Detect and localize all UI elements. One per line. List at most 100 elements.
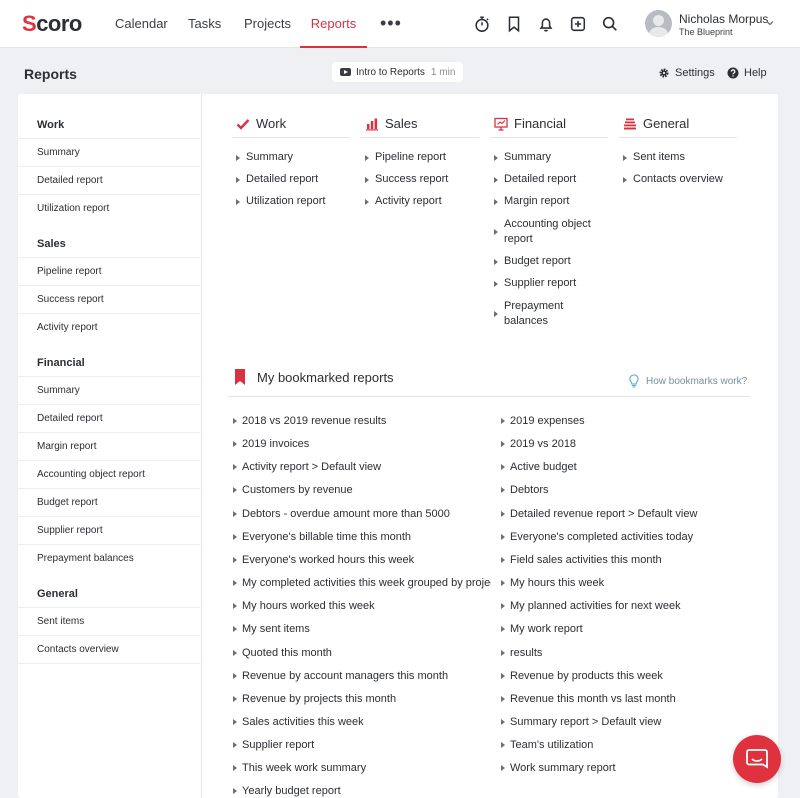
category-sales-title[interactable]: Sales [361,110,479,138]
sidebar-item-fin-supplier[interactable]: Supplier report [18,516,202,544]
bookmark-link[interactable]: Work summary report [501,761,761,775]
sidebar-item-work-detailed[interactable]: Detailed report [18,166,202,194]
sidebar-item-gen-contacts[interactable]: Contacts overview [18,635,202,663]
work-link-detailed[interactable]: Detailed report [236,172,350,187]
bookmark-link[interactable]: 2019 vs 2018 [501,437,761,451]
bookmark-link[interactable]: My hours this week [501,576,761,590]
fin-link-accounting[interactable]: Accounting object report [494,217,608,247]
fin-link-supplier[interactable]: Supplier report [494,276,608,291]
bookmark-link[interactable]: Revenue by products this week [501,669,761,683]
category-financial-title[interactable]: Financial [490,110,608,138]
fin-link-margin[interactable]: Margin report [494,194,608,209]
bookmark-link[interactable]: Debtors [501,483,761,497]
nav-calendar[interactable]: Calendar [115,0,168,48]
nav-reports[interactable]: Reports [300,0,367,48]
help-label: Help [744,67,767,79]
sidebar-item-fin-accounting[interactable]: Accounting object report [18,460,202,488]
bookmark-link[interactable]: Quoted this month [233,646,491,660]
help-button[interactable]: Help [727,67,767,79]
sales-link-activity[interactable]: Activity report [365,194,479,209]
bell-icon[interactable] [536,14,556,34]
bookmark-link[interactable]: Everyone's billable time this month [233,530,491,544]
bookmarks-help-link[interactable]: How bookmarks work? [628,374,747,388]
category-general: General Sent items Contacts overview [619,110,737,185]
search-icon[interactable] [600,14,620,34]
sidebar-item-fin-summary[interactable]: Summary [18,376,202,404]
presentation-chart-icon [494,117,508,131]
bookmark-link[interactable]: Revenue this month vs last month [501,692,761,706]
intro-video-button[interactable]: Intro to Reports 1 min [332,62,464,82]
chevron-down-icon[interactable] [765,18,775,28]
bookmark-link[interactable]: Everyone's completed activities today [501,530,761,544]
sidebar-item-sales-activity[interactable]: Activity report [18,313,202,341]
logo-text: coro [36,11,82,36]
general-link-contacts[interactable]: Contacts overview [623,172,737,187]
bookmark-link[interactable]: Team's utilization [501,738,761,752]
reports-card: Work Summary Detailed report Utilization… [18,94,778,798]
bookmark-link[interactable]: Active budget [501,460,761,474]
bookmark-link[interactable]: Sales activities this week [233,715,491,729]
bookmark-link[interactable]: 2018 vs 2019 revenue results [233,414,491,428]
bookmark-link[interactable]: Revenue by projects this month [233,692,491,706]
bookmark-link[interactable]: My planned activities for next week [501,599,761,613]
avatar[interactable] [645,10,672,37]
bookmark-link[interactable]: Everyone's worked hours this week [233,553,491,567]
bookmarks-divider [228,396,750,397]
fin-link-budget[interactable]: Budget report [494,254,608,269]
sales-link-success[interactable]: Success report [365,172,479,187]
work-link-summary[interactable]: Summary [236,150,350,165]
scoro-logo[interactable]: Scoro [22,11,82,36]
stopwatch-icon[interactable] [472,14,492,34]
bookmark-link[interactable]: This week work summary [233,761,491,775]
bookmark-link[interactable]: 2019 invoices [233,437,491,451]
fin-link-summary[interactable]: Summary [494,150,608,165]
category-general-title[interactable]: General [619,110,737,138]
sidebar-item-gen-sent[interactable]: Sent items [18,607,202,635]
bookmark-icon[interactable] [504,14,524,34]
sidebar-item-sales-success[interactable]: Success report [18,285,202,313]
sidebar-heading-sales: Sales [37,238,66,250]
sidebar-item-fin-detailed[interactable]: Detailed report [18,404,202,432]
more-menu-icon[interactable]: ••• [380,14,402,32]
bookmark-link[interactable]: results [501,646,761,660]
checkmark-icon [236,118,250,130]
sidebar-divider [18,663,202,664]
user-name[interactable]: Nicholas Morpus [679,12,768,26]
bookmark-link[interactable]: My sent items [233,622,491,636]
category-work-title[interactable]: Work [232,110,350,138]
bookmark-link[interactable]: Debtors - overdue amount more than 5000 [233,507,491,521]
intro-label: Intro to Reports [356,66,425,78]
category-sales-label: Sales [385,116,418,131]
bookmark-link[interactable]: Activity report > Default view [233,460,491,474]
bookmark-link[interactable]: My completed activities this week groupe… [233,576,491,590]
sales-link-pipeline[interactable]: Pipeline report [365,150,479,165]
sidebar-item-fin-margin[interactable]: Margin report [18,432,202,460]
fin-link-prepayment[interactable]: Prepayment balances [494,299,608,329]
sidebar-item-sales-pipeline[interactable]: Pipeline report [18,257,202,285]
bookmark-link[interactable]: Revenue by account managers this month [233,669,491,683]
bookmark-link[interactable]: Yearly budget report [233,784,491,798]
nav-tasks[interactable]: Tasks [188,0,221,48]
settings-button[interactable]: Settings [658,67,715,79]
bookmark-link[interactable]: Customers by revenue [233,483,491,497]
nav-projects[interactable]: Projects [244,0,291,48]
sidebar-heading-work: Work [37,119,65,131]
sidebar-item-work-utilization[interactable]: Utilization report [18,194,202,222]
bookmark-link[interactable]: Field sales activities this month [501,553,761,567]
fin-link-detailed[interactable]: Detailed report [494,172,608,187]
bookmark-link[interactable]: My work report [501,622,761,636]
sidebar-item-fin-prepayment[interactable]: Prepayment balances [18,544,202,572]
sidebar-item-work-summary[interactable]: Summary [18,138,202,166]
category-work-label: Work [256,116,287,131]
bookmark-link[interactable]: Supplier report [233,738,491,752]
bookmark-link[interactable]: Detailed revenue report > Default view [501,507,761,521]
bookmark-link[interactable]: Summary report > Default view [501,715,761,729]
bookmark-link[interactable]: My hours worked this week [233,599,491,613]
sidebar-item-fin-budget[interactable]: Budget report [18,488,202,516]
bookmark-link[interactable]: 2019 expenses [501,414,761,428]
chat-launcher-button[interactable] [733,735,781,783]
general-link-sent[interactable]: Sent items [623,150,737,165]
work-link-utilization[interactable]: Utilization report [236,194,350,209]
plus-square-icon[interactable] [568,14,588,34]
stack-list-icon [624,118,636,129]
